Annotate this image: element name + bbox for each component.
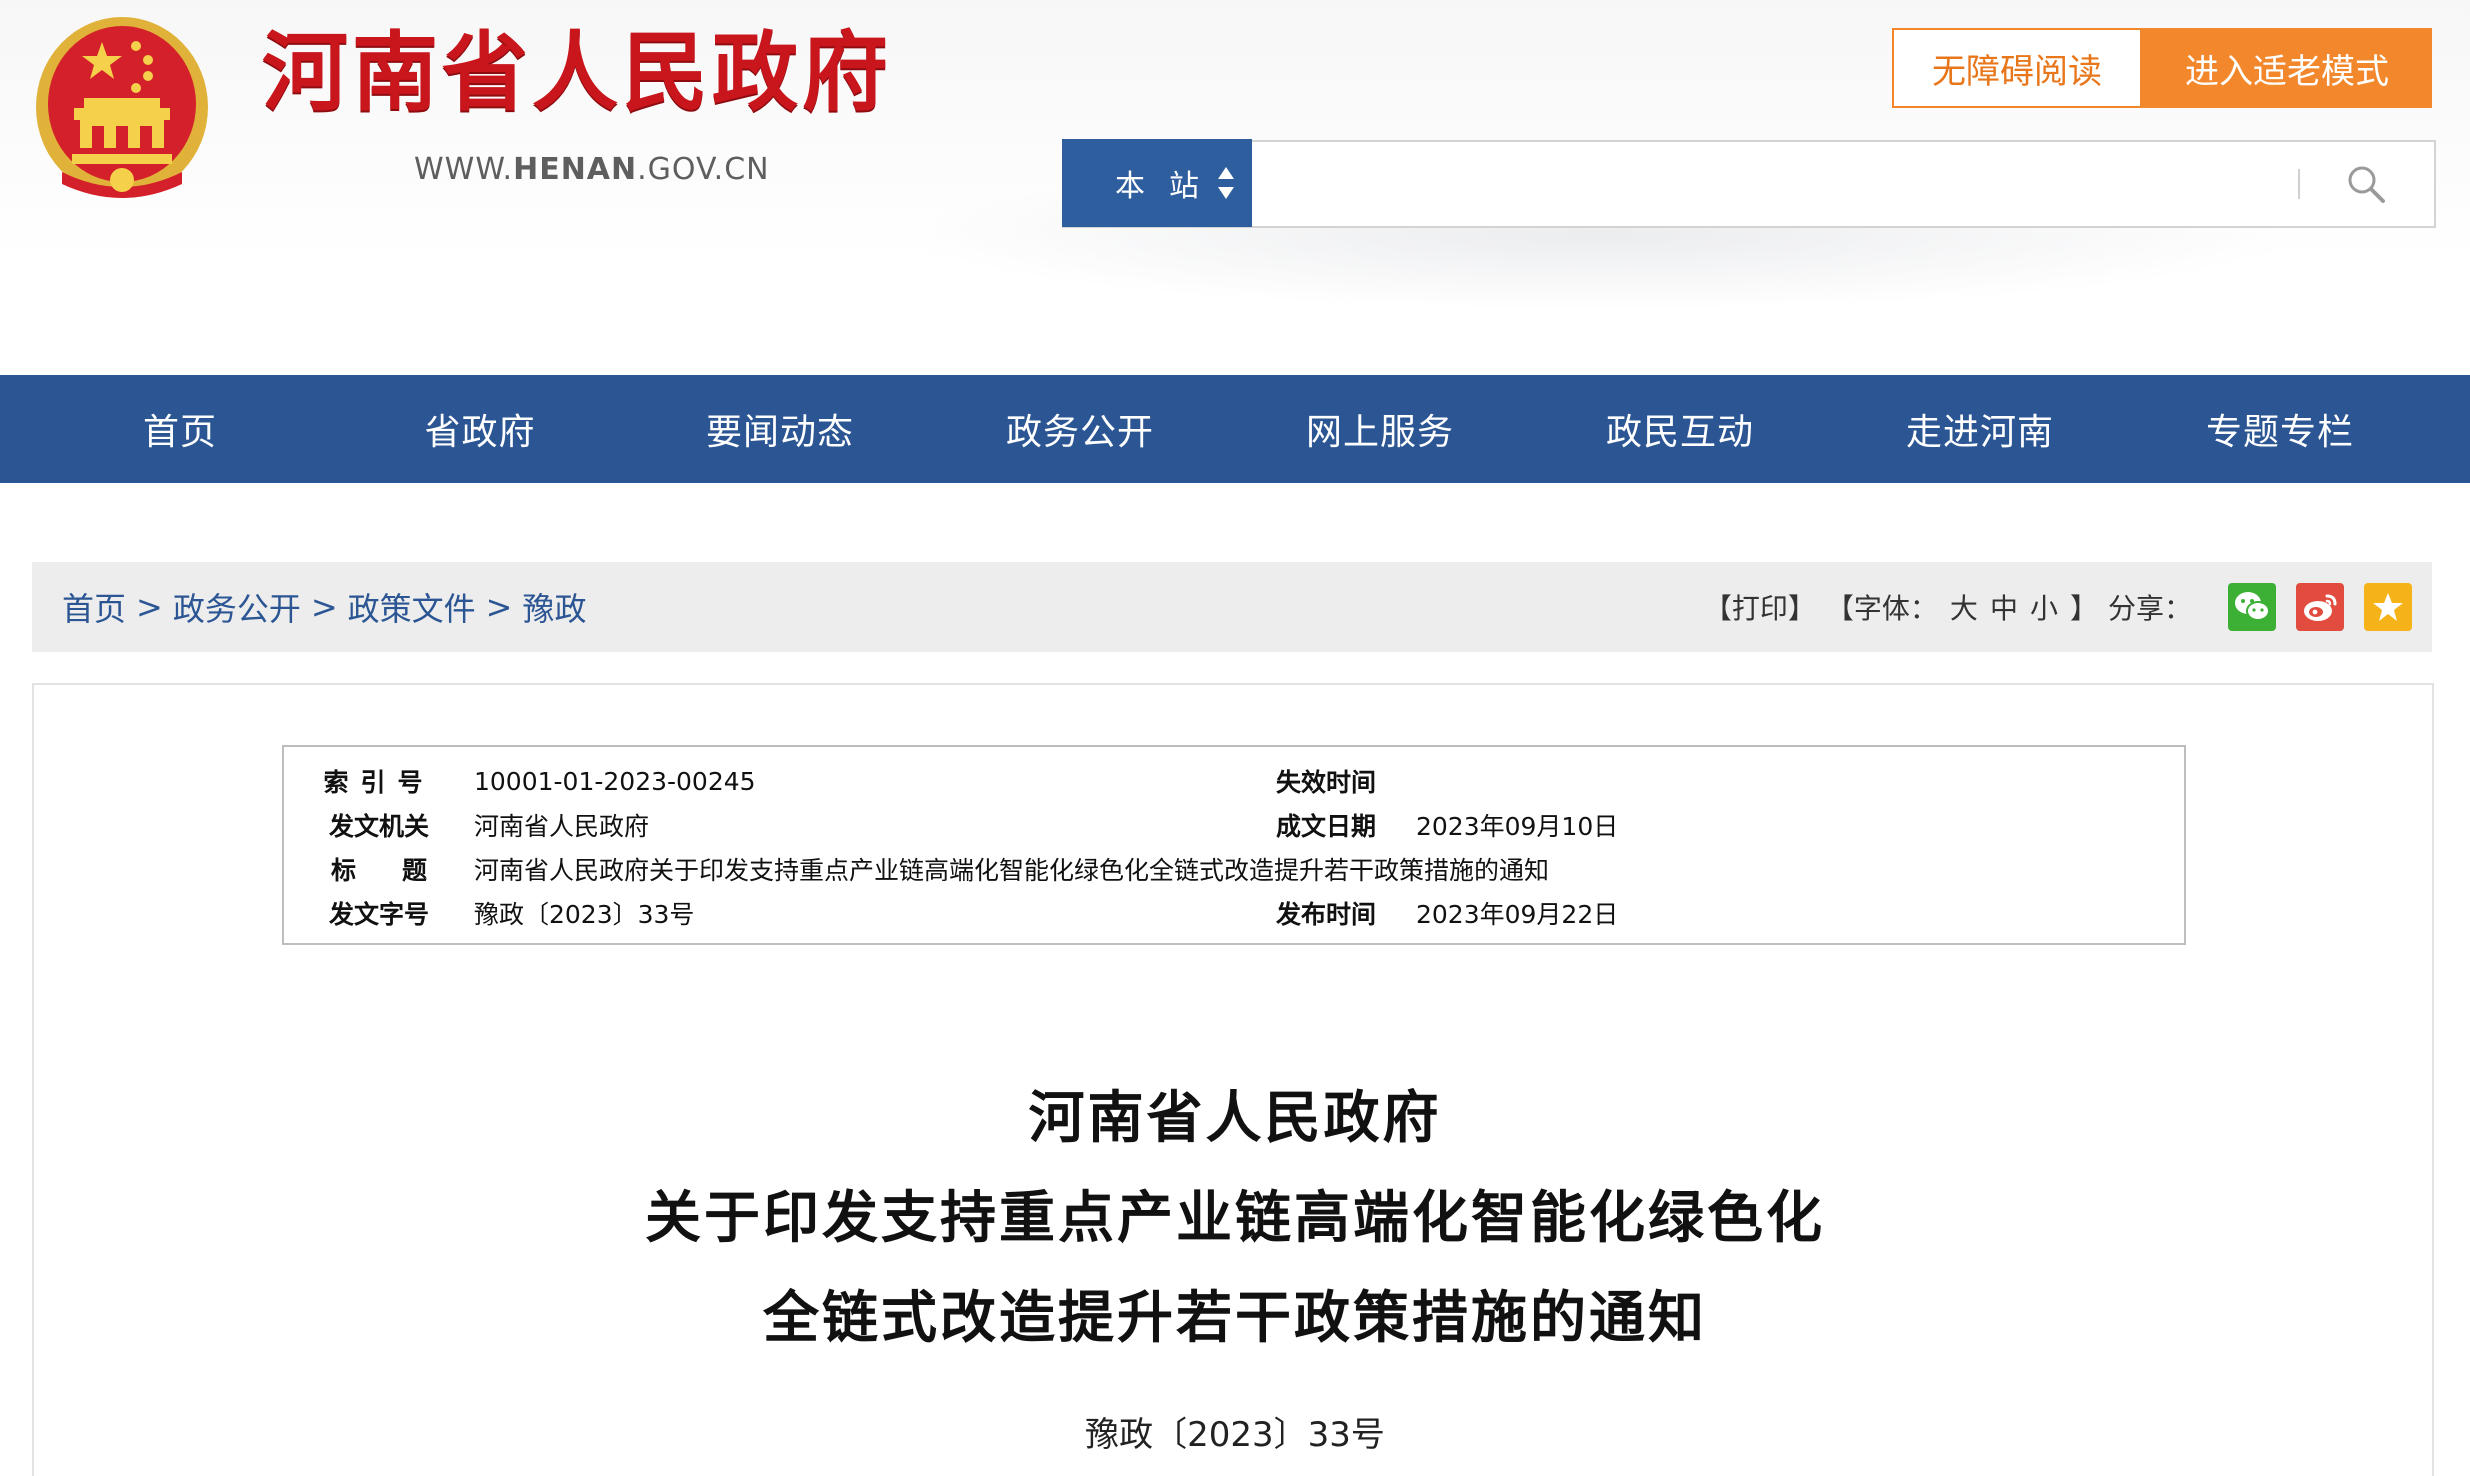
top-buttons: 无障碍阅读 进入适老模式 bbox=[1892, 28, 2432, 108]
share-label: 分享： bbox=[2107, 592, 2192, 625]
document-metadata-table: 索引号 10001-01-2023-00245 失效时间 发文机关 河南省人民政… bbox=[282, 745, 2186, 945]
search-bar: 本站 bbox=[1062, 139, 2436, 228]
index-number-label: 索引号 bbox=[323, 768, 435, 797]
nav-item-about-henan[interactable]: 走进河南 bbox=[1830, 375, 2130, 483]
breadcrumb-separator: > bbox=[136, 588, 163, 626]
page-tools: 【打印】 【字体： 大中小】 分享： bbox=[1700, 562, 2412, 652]
accessibility-reading-button[interactable]: 无障碍阅读 bbox=[1892, 28, 2142, 108]
site-url: WWW.HENAN.GOV.CN bbox=[414, 152, 770, 187]
print-button[interactable]: 【打印】 bbox=[1704, 587, 1816, 627]
site-url-domain: HENAN bbox=[513, 152, 638, 187]
wechat-icon bbox=[2235, 592, 2270, 621]
issuing-authority-value: 河南省人民政府 bbox=[474, 812, 650, 841]
font-size-medium-button[interactable]: 中 bbox=[1990, 592, 2018, 625]
expiry-time-label: 失效时间 bbox=[1275, 768, 1376, 797]
nav-item-home[interactable]: 首页 bbox=[30, 375, 330, 483]
font-size-large-button[interactable]: 大 bbox=[1950, 592, 1978, 625]
document-number: 豫政〔2023〕33号 bbox=[1085, 1415, 1385, 1455]
nav-item-public-interaction[interactable]: 政民互动 bbox=[1530, 375, 1830, 483]
metadata-row: 索引号 10001-01-2023-00245 失效时间 bbox=[284, 759, 2184, 803]
main-nav: 首页 省政府 要闻动态 政务公开 网上服务 政民互动 走进河南 专题专栏 bbox=[0, 375, 2470, 483]
search-input[interactable] bbox=[1252, 144, 2298, 224]
favorite-share-button[interactable] bbox=[2364, 583, 2412, 631]
document-number-label: 发文字号 bbox=[328, 900, 429, 929]
breadcrumb-separator: > bbox=[485, 588, 513, 626]
index-number-value: 10001-01-2023-00245 bbox=[474, 766, 756, 796]
weibo-icon bbox=[2304, 594, 2337, 621]
favorite-star-icon bbox=[2373, 593, 2403, 621]
font-size-bracket: 】 bbox=[2069, 592, 2098, 625]
breadcrumb-bar: 首页 > 政务公开 > 政策文件 > 豫政 【打印】 【字体： 大中小】 分享： bbox=[32, 562, 2432, 652]
site-title[interactable]: 河南省人民政府 bbox=[262, 30, 892, 116]
site-url-suffix: .GOV.CN bbox=[637, 152, 770, 187]
site-url-prefix: WWW. bbox=[414, 152, 514, 187]
document-title-label: 标题 bbox=[330, 856, 473, 885]
elder-mode-button[interactable]: 进入适老模式 bbox=[2142, 28, 2432, 108]
issuing-authority-label: 发文机关 bbox=[328, 812, 429, 841]
font-size-controls: 【字体： 大中小】 bbox=[1820, 587, 2104, 627]
search-icon[interactable] bbox=[2346, 164, 2386, 204]
nav-item-news[interactable]: 要闻动态 bbox=[630, 375, 930, 483]
written-date-label: 成文日期 bbox=[1275, 812, 1376, 841]
breadcrumb: 首页 > 政务公开 > 政策文件 > 豫政 bbox=[62, 584, 587, 630]
document-title-value: 河南省人民政府关于印发支持重点产业链高端化智能化绿色化全链式改造提升若干政策措施… bbox=[474, 856, 1550, 885]
font-size-small-button[interactable]: 小 bbox=[2030, 592, 2058, 625]
nav-item-provincial-government[interactable]: 省政府 bbox=[330, 375, 630, 483]
wechat-share-button[interactable] bbox=[2228, 583, 2276, 631]
search-scope-label: 本站 bbox=[1115, 169, 1223, 204]
national-emblem-icon[interactable] bbox=[32, 12, 212, 202]
metadata-row: 发文机关 河南省人民政府 成文日期 2023年09月10日 bbox=[284, 803, 2184, 847]
weibo-share-button[interactable] bbox=[2296, 583, 2344, 631]
document-title-line-3: 全链式改造提升若干政策措施的通知 bbox=[763, 1286, 1707, 1351]
metadata-row: 发文字号 豫政〔2023〕33号 发布时间 2023年09月22日 bbox=[284, 891, 2184, 935]
font-size-label: 【字体： bbox=[1825, 592, 1938, 625]
document-title-line-2: 关于印发支持重点产业链高端化智能化绿色化 bbox=[645, 1186, 1825, 1251]
breadcrumb-item-government-affairs[interactable]: 政务公开 bbox=[173, 584, 301, 630]
breadcrumb-item-home[interactable]: 首页 bbox=[62, 584, 126, 630]
document-number-value: 豫政〔2023〕33号 bbox=[474, 900, 695, 929]
metadata-row: 标题 河南省人民政府关于印发支持重点产业链高端化智能化绿色化全链式改造提升若干政… bbox=[284, 847, 2184, 891]
search-scope-select[interactable]: 本站 bbox=[1062, 139, 1252, 227]
breadcrumb-item-yuzheng[interactable]: 豫政 bbox=[522, 584, 586, 630]
nav-item-special-topics[interactable]: 专题专栏 bbox=[2130, 375, 2430, 483]
publish-time-value: 2023年09月22日 bbox=[1416, 900, 1619, 929]
article-content: 索引号 10001-01-2023-00245 失效时间 发文机关 河南省人民政… bbox=[32, 683, 2434, 1476]
nav-item-government-affairs[interactable]: 政务公开 bbox=[930, 375, 1230, 483]
nav-item-online-services[interactable]: 网上服务 bbox=[1230, 375, 1530, 483]
breadcrumb-item-policy-documents[interactable]: 政策文件 bbox=[348, 584, 476, 630]
sort-arrows-icon bbox=[1218, 167, 1234, 199]
document-title-line-1: 河南省人民政府 bbox=[1028, 1086, 1442, 1151]
breadcrumb-separator: > bbox=[310, 588, 338, 626]
search-divider bbox=[2298, 169, 2300, 199]
publish-time-label: 发布时间 bbox=[1275, 900, 1376, 929]
written-date-value: 2023年09月10日 bbox=[1416, 812, 1619, 841]
site-header: 河南省人民政府 WWW.HENAN.GOV.CN 无障碍阅读 进入适老模式 本站 bbox=[0, 0, 2470, 375]
